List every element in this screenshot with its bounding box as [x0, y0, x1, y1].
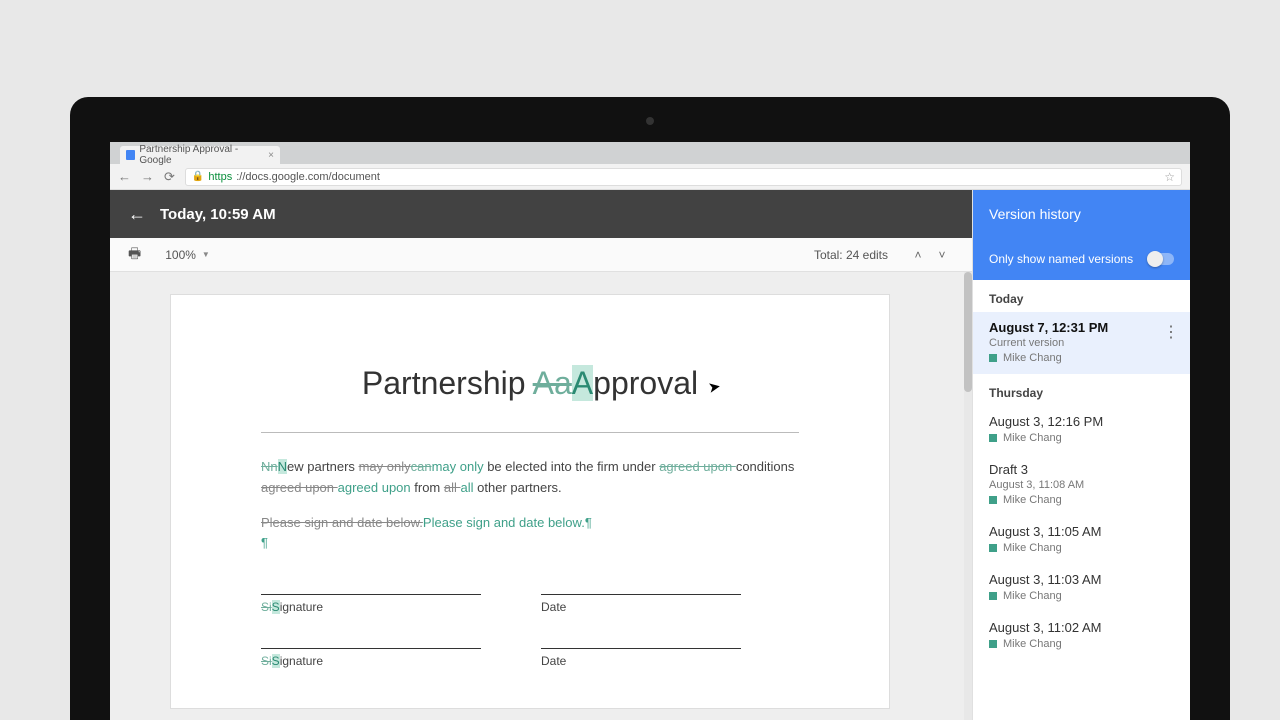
scrollbar-thumb[interactable]: [964, 272, 972, 392]
lock-icon: 🔒: [192, 171, 204, 182]
signature-line: [541, 594, 741, 595]
caret-down-icon: ▼: [202, 250, 210, 259]
document-page: Partnership AaApproval NnNew partners ma…: [170, 294, 890, 709]
version-editor: Mike Chang: [989, 590, 1174, 602]
print-icon[interactable]: 🖶: [128, 243, 141, 267]
version-editor: Mike Chang: [989, 432, 1174, 444]
camera-dot: [646, 117, 654, 125]
prev-edit-chevron-icon[interactable]: ˄: [906, 248, 930, 262]
date-label: Date: [541, 654, 566, 668]
version-item[interactable]: August 3, 11:05 AM Mike Chang: [973, 516, 1190, 564]
editor-color-swatch: [989, 544, 997, 552]
url-path: ://docs.google.com/document: [236, 171, 380, 183]
version-group-label: Today: [973, 280, 1190, 312]
toolbar: 🖶 100% ▼ Total: 24 edits ˄ ˅: [110, 238, 972, 272]
document-canvas: Partnership AaApproval NnNew partners ma…: [110, 272, 972, 720]
version-time: August 3, 11:05 AM: [989, 524, 1174, 539]
browser-tab-strip: Partnership Approval - Google ×: [110, 142, 1190, 164]
version-group-label: Thursday: [973, 374, 1190, 406]
scrollbar-track[interactable]: [964, 272, 972, 720]
zoom-dropdown[interactable]: 100% ▼: [165, 248, 210, 262]
named-versions-filter[interactable]: Only show named versions: [973, 238, 1190, 280]
version-subtitle: August 3, 11:08 AM: [989, 479, 1174, 491]
editor-color-swatch: [989, 640, 997, 648]
filter-label: Only show named versions: [989, 252, 1133, 266]
reload-icon[interactable]: ⟳: [164, 169, 175, 185]
version-editor: Mike Chang: [989, 352, 1174, 364]
url-protocol: https: [208, 171, 232, 183]
laptop-frame: Partnership Approval - Google × ← → ⟳ 🔒 …: [70, 97, 1230, 720]
browser-tab[interactable]: Partnership Approval - Google ×: [120, 146, 280, 164]
paragraph-1: NnNew partners may onlycanmay only be el…: [261, 457, 799, 499]
close-tab-icon[interactable]: ×: [268, 150, 274, 161]
version-subtitle: Current version: [989, 337, 1174, 349]
signature-cell: SiSignature: [261, 594, 481, 614]
signature-line: [261, 594, 481, 595]
title-strike: Aa: [533, 365, 572, 401]
main-column: ← Today, 10:59 AM 🖶 100% ▼ Total: 24 edi…: [110, 190, 972, 720]
signature-line: [261, 648, 481, 649]
back-icon[interactable]: ←: [118, 169, 131, 184]
address-bar[interactable]: 🔒 https ://docs.google.com/document ☆: [185, 168, 1182, 186]
next-edit-chevron-icon[interactable]: ˅: [930, 248, 954, 262]
version-item-current[interactable]: August 7, 12:31 PM Current version Mike …: [973, 312, 1190, 374]
date-cell: Date: [541, 594, 741, 614]
version-history-sidebar: Version history Only show named versions…: [972, 190, 1190, 720]
signature-grid: SiSignature Date SiSignature: [261, 594, 799, 668]
edit-count-label: Total: 24 edits: [814, 248, 888, 262]
date-cell: Date: [541, 648, 741, 668]
editor-color-swatch: [989, 496, 997, 504]
version-time: August 7, 12:31 PM: [989, 320, 1174, 335]
kebab-menu-icon[interactable]: ⋮: [1163, 322, 1178, 342]
version-item[interactable]: August 3, 12:16 PM Mike Chang: [973, 406, 1190, 454]
pilcrow-icon: ¶: [585, 515, 592, 530]
version-editor: Mike Chang: [989, 494, 1174, 506]
title-divider: [261, 432, 799, 433]
version-time: August 3, 11:03 AM: [989, 572, 1174, 587]
version-header-title: Today, 10:59 AM: [160, 206, 276, 223]
signature-label: SiSignature: [261, 654, 323, 668]
tab-title: Partnership Approval - Google: [139, 144, 264, 166]
pilcrow-icon: ¶: [261, 535, 268, 550]
version-editor: Mike Chang: [989, 638, 1174, 650]
version-time: August 3, 11:02 AM: [989, 620, 1174, 635]
version-time: Draft 3: [989, 462, 1174, 477]
version-header-bar: ← Today, 10:59 AM: [110, 190, 972, 238]
bookmark-star-icon[interactable]: ☆: [1164, 170, 1175, 184]
toggle-knob: [1147, 251, 1163, 267]
paragraph-2: Please sign and date below.Please sign a…: [261, 513, 799, 555]
editor-color-swatch: [989, 592, 997, 600]
editor-color-swatch: [989, 434, 997, 442]
date-label: Date: [541, 600, 566, 614]
toggle-switch[interactable]: [1148, 253, 1174, 265]
sidebar-title: Version history: [973, 190, 1190, 238]
version-editor: Mike Chang: [989, 542, 1174, 554]
browser-toolbar: ← → ⟳ 🔒 https ://docs.google.com/documen…: [110, 164, 1190, 190]
app-container: ← Today, 10:59 AM 🖶 100% ▼ Total: 24 edi…: [110, 190, 1190, 720]
zoom-value: 100%: [165, 248, 196, 262]
back-arrow-icon[interactable]: ←: [128, 204, 146, 225]
version-item[interactable]: August 3, 11:03 AM Mike Chang: [973, 564, 1190, 612]
forward-icon[interactable]: →: [141, 169, 154, 184]
version-time: August 3, 12:16 PM: [989, 414, 1174, 429]
editor-color-swatch: [989, 354, 997, 362]
version-list: Today August 7, 12:31 PM Current version…: [973, 280, 1190, 720]
title-insert: A: [572, 365, 593, 401]
docs-favicon-icon: [126, 150, 135, 160]
signature-line: [541, 648, 741, 649]
signature-label: SiSignature: [261, 600, 323, 614]
signature-cell: SiSignature: [261, 648, 481, 668]
document-title: Partnership AaApproval: [261, 365, 799, 402]
version-item[interactable]: August 3, 11:02 AM Mike Chang: [973, 612, 1190, 660]
screen: Partnership Approval - Google × ← → ⟳ 🔒 …: [110, 142, 1190, 720]
version-item[interactable]: Draft 3 August 3, 11:08 AM Mike Chang: [973, 454, 1190, 516]
